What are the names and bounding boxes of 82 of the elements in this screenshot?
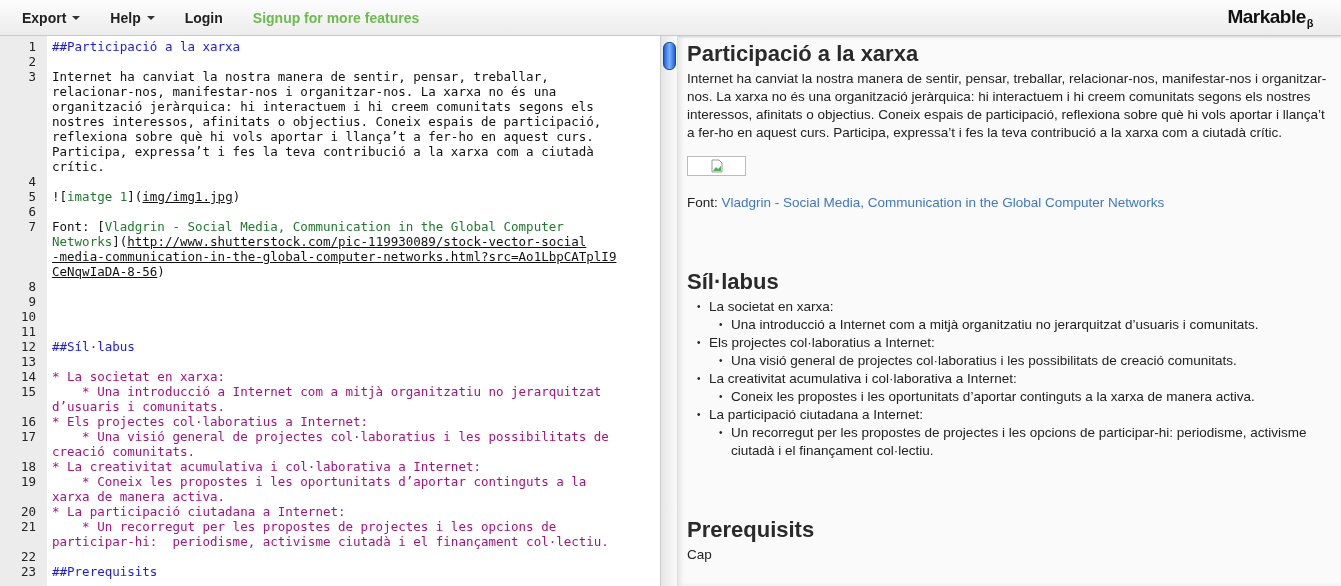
list-item-text: Coneix les propostes i les oportunitats d’aportar continguts a la xarxa de manera activa. xyxy=(731,388,1255,406)
list-item-text: La creativitat acumulativa i col·laborativa a Internet: xyxy=(709,370,1017,388)
line-number: 10 xyxy=(19,309,36,324)
line-number: 9 xyxy=(27,294,36,309)
code-line: organització jeràrquica: hi interactuem i hi creem comunitats segons els xyxy=(52,99,595,114)
code-line: creació comunitats. xyxy=(52,444,196,459)
scrollbar-thumb[interactable] xyxy=(662,42,676,70)
bullet: • xyxy=(719,318,724,332)
line-number: 14 xyxy=(19,369,36,384)
bullet: • xyxy=(697,408,702,422)
line-number: 16 xyxy=(19,414,36,429)
code-line: * La societat en xarxa: xyxy=(52,369,226,384)
line-number: 4 xyxy=(27,174,36,189)
paragraph: Internet ha canviat la nostra manera de sentir, pensar, treballar, relacionar-nos, manifestar-nos i organitzar-nos. La xarxa no és una organització jeràrquica: hi interactuem i hi creem comunitats segons els nostres interessos, afinitats o objectius. Coneix espais de participació, reflexiona sobre què hi vols aportar i llança’t a fer-ho en aquest curs. Participa, expressa’t i fes la teva contribució a la xarxa com a ciutadà crític. xyxy=(687,70,1328,142)
list-item-text: Una visió general de projectes col·laboratius i les possibilitats de creació comunitats. xyxy=(731,352,1237,370)
code-line: * Una visió general de projectes col·laboratius i les possibilitats de xyxy=(81,429,609,444)
credit-text: Font: Vladgrin - Social Media, Communication in the Global Computer Networks xyxy=(687,194,1166,212)
code-line: * Els projectes col·laboratius a Internet: xyxy=(52,414,369,429)
list-item-text: La societat en xarxa: xyxy=(709,298,834,316)
code-line: * La participació ciutadana a Internet: xyxy=(52,504,346,519)
section-heading: Participació a la xarxa xyxy=(687,40,920,68)
code-line: participar-hi: periodisme, activisme ciutadà i el finançament col·lectiu. xyxy=(52,534,609,549)
bullet: • xyxy=(697,372,702,386)
brand-logo: Markable$_{β}$ xyxy=(1227,6,1313,29)
code-line: ##Prerequisits xyxy=(52,564,158,579)
code-line: reflexiona sobre què hi vols aportar i llança’t a fer-ho en aquest curs. xyxy=(52,129,595,144)
bullet: • xyxy=(719,426,724,440)
section-heading: Síl·labus xyxy=(687,268,780,296)
line-number: 7 xyxy=(27,219,36,236)
line-number: 11 xyxy=(19,324,36,339)
line-number: 6 xyxy=(27,204,36,219)
line-number: 23 xyxy=(19,564,36,579)
line-number: 3 xyxy=(27,69,36,86)
source-link[interactable]: Vladgrin - Social Media, Communication in the Global Computer Networks xyxy=(721,195,1165,210)
code-line: * La creativitat acumulativa i col·laborativa a Internet: xyxy=(52,459,481,474)
bullet: • xyxy=(719,354,724,368)
code-line: * Coneix les propostes i les oportunitats d’aportar continguts a la xyxy=(81,474,587,489)
caret-icon xyxy=(146,15,155,20)
login-link[interactable]: Login xyxy=(184,9,223,26)
broken-image-icon xyxy=(710,159,723,173)
code-line: * Una introducció a Internet com a mitjà organitzatiu no jerarquitzat xyxy=(81,384,602,399)
line-number: 22 xyxy=(19,549,36,564)
code-line: d’usuaris i comunitats. xyxy=(52,399,227,414)
list-item-text: La participació ciutadana a Internet: xyxy=(709,406,923,424)
code-line: crític. xyxy=(52,159,106,174)
bullet: • xyxy=(719,390,724,404)
line-number: 13 xyxy=(19,354,36,369)
code-line: Participa, expressa’t i fes la teva contribució a la xarxa com a ciutadà xyxy=(52,144,595,159)
line-number: 12 xyxy=(19,339,36,354)
line-number: 17 xyxy=(19,429,36,446)
code-line: ![imatge 1](img/img1.jpg) xyxy=(52,189,241,204)
code-line: relacionar-nos, manifestar-nos i organitzar-nos. La xarxa no és una xyxy=(52,84,558,99)
line-number: 18 xyxy=(19,459,36,474)
caret-icon xyxy=(72,15,81,20)
line-number: 8 xyxy=(27,279,36,294)
menu-button[interactable]: Help xyxy=(110,9,155,26)
code-line: ##Síl·labus xyxy=(52,339,135,354)
paragraph: Cap xyxy=(687,546,713,564)
section-heading: Prerequisits xyxy=(687,516,816,544)
code-line: -media-communication-in-the-global-computer-networks.html?src=Ao1LbpCATplI9 xyxy=(52,249,617,264)
line-number: 20 xyxy=(19,504,36,519)
line-number: 2 xyxy=(27,54,36,69)
code-line: nostres interessos, afinitats o objectius. Coneix espais de participació, xyxy=(52,114,602,129)
list-item-text: Una introducció a Internet com a mitjà organitzatiu no jerarquitzat d’usuaris i comunitats. xyxy=(731,316,1259,334)
bullet: • xyxy=(697,336,702,350)
line-number: 1 xyxy=(27,39,36,54)
code-line: Networks](http://www.shutterstock.com/pic-119930089/stock-vector-social xyxy=(52,234,588,249)
list-item-text: Els projectes col·laboratius a Internet: xyxy=(709,334,935,352)
list-item-text: Un recorregut per les propostes de projectes i les opcions de participar-hi: periodisme, activisme ciutadà i el finançament col·lectiu. xyxy=(731,424,1308,460)
line-number: 21 xyxy=(19,519,36,536)
code-line: * Un recorregut per les propostes de projectes i les opcions de xyxy=(81,519,558,534)
line-number: 15 xyxy=(19,384,36,401)
menu-button[interactable]: Export xyxy=(22,9,81,26)
code-line: CeNqwIaDA-8-56) xyxy=(52,264,166,279)
code-line: ##Participació a la xarxa xyxy=(52,39,241,54)
line-number: 19 xyxy=(19,474,36,491)
code-line: Font: [Vladgrin - Social Media, Communication in the Global Computer xyxy=(52,219,565,234)
bullet: • xyxy=(697,300,702,314)
line-number: 5 xyxy=(27,189,36,204)
scrollbar[interactable] xyxy=(660,36,677,586)
code-line: Internet ha canviat la nostra manera de sentir, pensar, treballar, xyxy=(52,69,550,84)
code-line: xarxa de manera activa. xyxy=(52,489,227,504)
